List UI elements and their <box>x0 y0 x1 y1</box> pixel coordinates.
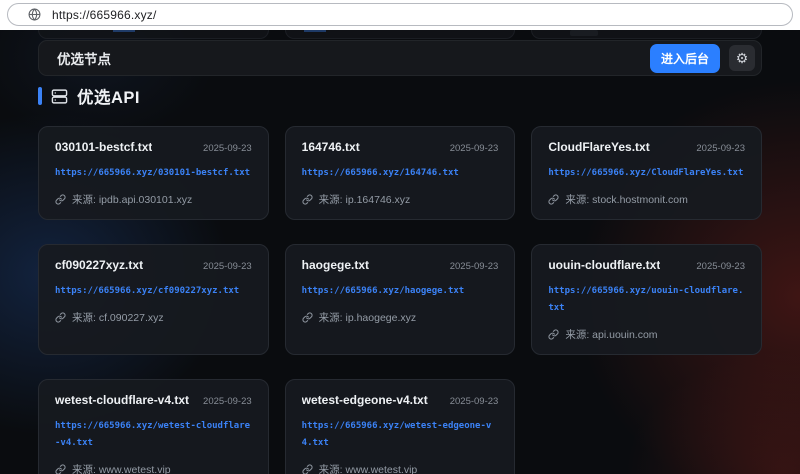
accent-bar <box>38 87 42 105</box>
card-source-row: 来源: www.wetest.vip <box>55 462 252 474</box>
card-url-link[interactable]: https://665966.xyz/wetest-edgeone-v4.txt <box>302 418 499 452</box>
card-source-value: cf.090227.xyz <box>99 312 164 324</box>
topbar: 优选节点 进入后台 ⚙ <box>38 40 762 76</box>
site-title: 优选节点 <box>57 48 650 68</box>
card-source-value: www.wetest.vip <box>346 464 418 474</box>
card-header-row: haogege.txt 2025-09-23 <box>302 258 499 272</box>
link-icon <box>302 194 313 205</box>
card-url-link[interactable]: https://665966.xyz/164746.txt <box>302 165 499 182</box>
card-source-label: 来源: <box>565 192 589 207</box>
card-filename: 030101-bestcf.txt <box>55 140 152 154</box>
card-header-row: wetest-edgeone-v4.txt 2025-09-23 <box>302 393 499 407</box>
cutoff-card-fragments <box>38 30 762 39</box>
fragment-link-dash <box>113 30 135 32</box>
card-header-row: 030101-bestcf.txt 2025-09-23 <box>55 140 252 154</box>
card-url-link[interactable]: https://665966.xyz/CloudFlareYes.txt <box>548 165 745 182</box>
card-filename: wetest-cloudflare-v4.txt <box>55 393 189 407</box>
card-date: 2025-09-23 <box>450 396 499 407</box>
card-source-value: stock.hostmonit.com <box>592 194 688 206</box>
api-card: wetest-edgeone-v4.txt 2025-09-23 https:/… <box>285 379 516 474</box>
card-source-value: ip.haogege.xyz <box>346 312 417 324</box>
card-header-row: CloudFlareYes.txt 2025-09-23 <box>548 140 745 154</box>
card-source-label: 来源: <box>319 192 343 207</box>
fragment-link-dash <box>304 30 326 32</box>
card-source-label: 来源: <box>72 310 96 325</box>
card-date: 2025-09-23 <box>696 261 745 272</box>
card-source-value: ip.164746.xyz <box>346 194 411 206</box>
section-header: 优选API <box>38 84 140 108</box>
card-date: 2025-09-23 <box>450 261 499 272</box>
card-url-link[interactable]: https://665966.xyz/030101-bestcf.txt <box>55 165 252 182</box>
card-source-label: 来源: <box>319 310 343 325</box>
card-date: 2025-09-23 <box>203 143 252 154</box>
api-card: 164746.txt 2025-09-23 https://665966.xyz… <box>285 126 516 220</box>
card-url-link[interactable]: https://665966.xyz/wetest-cloudflare-v4.… <box>55 418 252 452</box>
card-header-row: 164746.txt 2025-09-23 <box>302 140 499 154</box>
card-url-link[interactable]: https://665966.xyz/uouin-cloudflare.txt <box>548 283 745 317</box>
link-icon <box>302 312 313 323</box>
card-header-row: uouin-cloudflare.txt 2025-09-23 <box>548 258 745 272</box>
card-source-row: 来源: ipdb.api.030101.xyz <box>55 192 252 207</box>
card-source-value: api.uouin.com <box>592 329 657 341</box>
card-source-row: 来源: api.uouin.com <box>548 327 745 342</box>
card-date: 2025-09-23 <box>696 143 745 154</box>
card-source-row: 来源: ip.haogege.xyz <box>302 310 499 325</box>
card-filename: uouin-cloudflare.txt <box>548 258 660 272</box>
page-background: 优选节点 进入后台 ⚙ 优选API 030101-bestcf.txt 2025… <box>0 30 800 474</box>
card-url-link[interactable]: https://665966.xyz/cf090227xyz.txt <box>55 283 252 300</box>
card-source-row: 来源: cf.090227.xyz <box>55 310 252 325</box>
card-date: 2025-09-23 <box>450 143 499 154</box>
card-url-link[interactable]: https://665966.xyz/haogege.txt <box>302 283 499 300</box>
api-card: uouin-cloudflare.txt 2025-09-23 https://… <box>531 244 762 355</box>
link-icon <box>55 312 66 323</box>
link-icon <box>548 329 559 340</box>
api-card: CloudFlareYes.txt 2025-09-23 https://665… <box>531 126 762 220</box>
card-source-value: ipdb.api.030101.xyz <box>99 194 192 206</box>
link-icon <box>55 194 66 205</box>
card-date: 2025-09-23 <box>203 261 252 272</box>
card-filename: CloudFlareYes.txt <box>548 140 649 154</box>
address-bar[interactable]: https://665966.xyz/ <box>7 3 793 26</box>
card-filename: cf090227xyz.txt <box>55 258 143 272</box>
link-icon <box>548 194 559 205</box>
browser-chrome: https://665966.xyz/ <box>0 0 800 30</box>
card-date: 2025-09-23 <box>203 396 252 407</box>
url-text[interactable]: https://665966.xyz/ <box>52 8 157 22</box>
fragment-button <box>570 30 598 36</box>
gear-icon: ⚙ <box>736 50 749 66</box>
link-icon <box>302 464 313 474</box>
api-card-grid: 030101-bestcf.txt 2025-09-23 https://665… <box>38 126 762 474</box>
card-filename: wetest-edgeone-v4.txt <box>302 393 428 407</box>
card-filename: haogege.txt <box>302 258 369 272</box>
link-icon <box>55 464 66 474</box>
card-source-value: www.wetest.vip <box>99 464 171 474</box>
card-header-row: wetest-cloudflare-v4.txt 2025-09-23 <box>55 393 252 407</box>
card-fragment <box>38 30 269 39</box>
api-card: cf090227xyz.txt 2025-09-23 https://66596… <box>38 244 269 355</box>
api-card: 030101-bestcf.txt 2025-09-23 https://665… <box>38 126 269 220</box>
card-header-row: cf090227xyz.txt 2025-09-23 <box>55 258 252 272</box>
server-icon <box>51 88 68 105</box>
card-source-label: 来源: <box>72 192 96 207</box>
section-title: 优选API <box>77 84 140 108</box>
settings-button[interactable]: ⚙ <box>729 45 755 71</box>
card-source-label: 来源: <box>319 462 343 474</box>
card-source-row: 来源: www.wetest.vip <box>302 462 499 474</box>
enter-admin-button[interactable]: 进入后台 <box>650 44 720 73</box>
api-card: wetest-cloudflare-v4.txt 2025-09-23 http… <box>38 379 269 474</box>
site-info-globe-icon[interactable] <box>28 8 41 21</box>
card-source-row: 来源: stock.hostmonit.com <box>548 192 745 207</box>
card-fragment <box>531 30 762 39</box>
api-card: haogege.txt 2025-09-23 https://665966.xy… <box>285 244 516 355</box>
card-source-label: 来源: <box>72 462 96 474</box>
card-filename: 164746.txt <box>302 140 360 154</box>
card-fragment <box>285 30 516 39</box>
card-source-label: 来源: <box>565 327 589 342</box>
card-source-row: 来源: ip.164746.xyz <box>302 192 499 207</box>
